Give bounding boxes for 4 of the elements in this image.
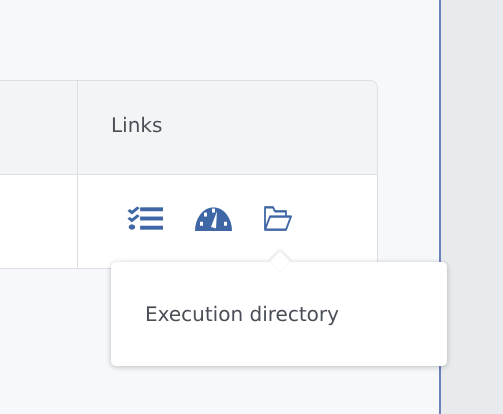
column-header: Links bbox=[110, 112, 164, 139]
tooltip-text: Execution directory bbox=[145, 302, 339, 326]
checklist-icon[interactable] bbox=[127, 206, 163, 231]
gauge-icon[interactable] bbox=[195, 206, 232, 231]
